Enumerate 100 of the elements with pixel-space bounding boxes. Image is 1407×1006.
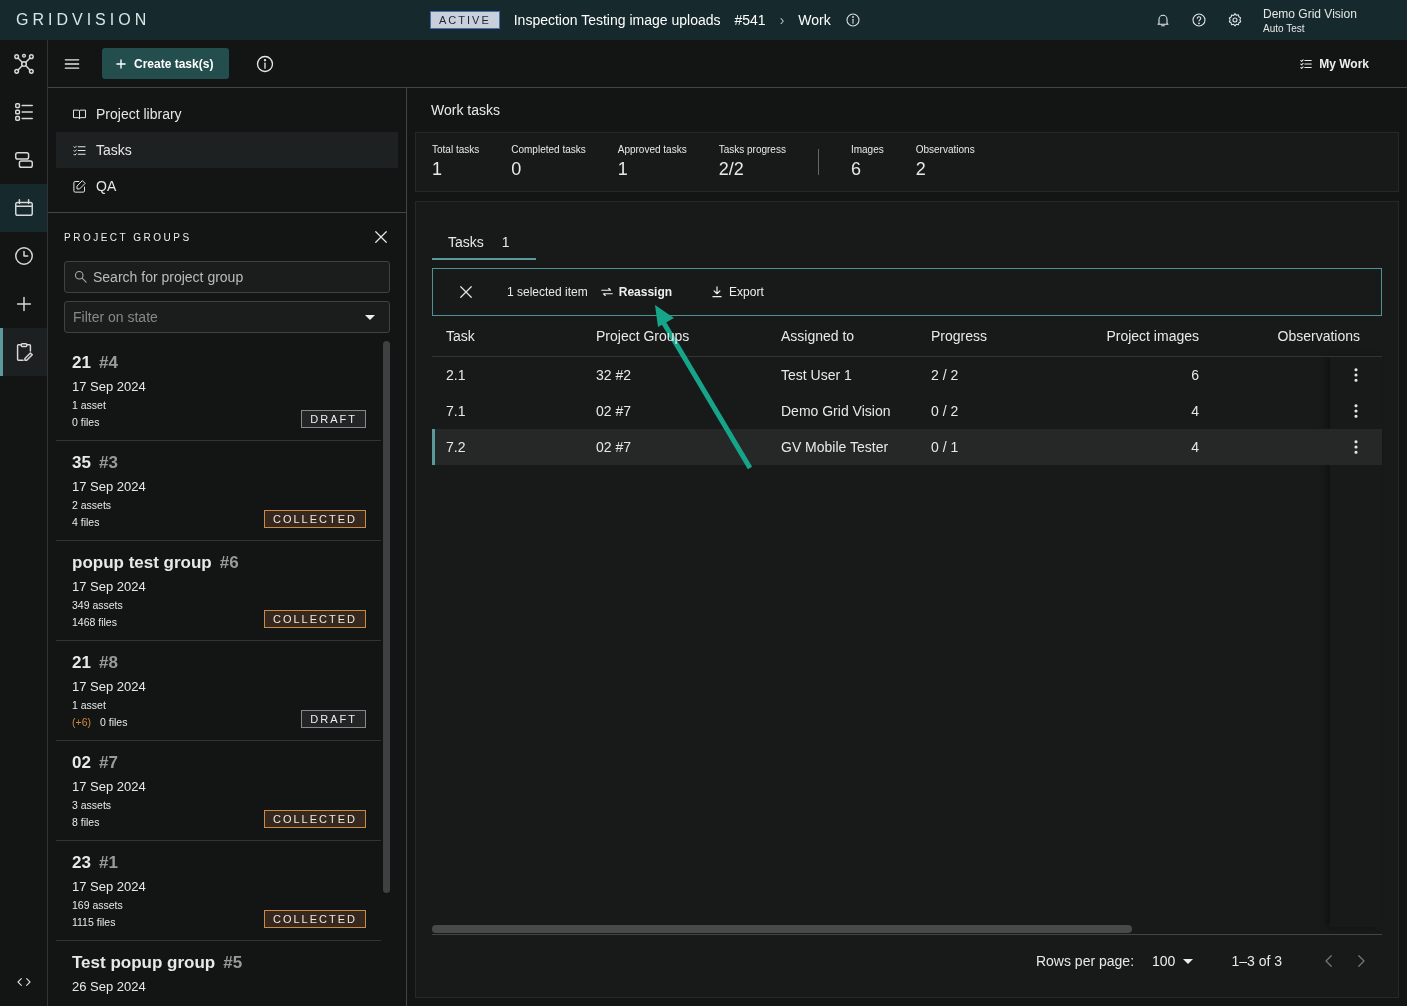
table-row[interactable]: 2.1 32 #2 Test User 1 2 / 2 6 bbox=[432, 357, 1382, 393]
group-date: 17 Sep 2024 bbox=[72, 679, 147, 694]
state-tag: DRAFT bbox=[301, 410, 366, 428]
nav-item[interactable]: Tasks bbox=[56, 132, 398, 168]
file-count: 0 files bbox=[72, 416, 100, 428]
user-organization: Auto Test bbox=[1263, 22, 1306, 34]
table-row[interactable]: 7.1 02 #7 Demo Grid Vision 0 / 2 4 bbox=[432, 393, 1382, 429]
swap-arrows-icon bbox=[599, 285, 614, 299]
state-tag: DRAFT bbox=[301, 710, 366, 728]
group-number: #5 bbox=[223, 953, 243, 973]
search-field[interactable]: Search for project group bbox=[64, 261, 390, 293]
plus-icon bbox=[114, 56, 128, 71]
group-number: #8 bbox=[98, 653, 118, 673]
asset-count: 169 assets bbox=[72, 899, 123, 911]
info-icon[interactable] bbox=[844, 12, 861, 28]
group-number: #7 bbox=[98, 753, 118, 773]
table-cell-text: 7.1 bbox=[445, 403, 467, 419]
caret-icon bbox=[1183, 958, 1194, 964]
group-date: 17 Sep 2024 bbox=[72, 579, 147, 594]
stat-value: 2/2 bbox=[718, 159, 745, 180]
state-tag: COLLECTED bbox=[263, 610, 366, 628]
column-header[interactable]: Progress bbox=[917, 328, 1047, 344]
stat-value: 1 bbox=[617, 159, 629, 180]
table-cell-text: 02 #7 bbox=[595, 403, 633, 419]
close-icon[interactable] bbox=[372, 228, 390, 246]
calendar-icon[interactable] bbox=[0, 184, 47, 232]
table-cell-text: 4 bbox=[1190, 403, 1199, 419]
group-name: 35 bbox=[72, 453, 91, 473]
user-name[interactable]: Demo Grid Vision bbox=[1263, 6, 1391, 21]
notifications-icon[interactable] bbox=[1155, 12, 1171, 28]
group-name: Test popup group bbox=[72, 953, 216, 973]
rows-per-page-label: Rows per page: bbox=[1035, 953, 1135, 969]
nav-item[interactable]: Project library bbox=[56, 96, 398, 132]
column-header[interactable]: Task bbox=[432, 328, 582, 344]
selection-count: 1 selected item bbox=[507, 285, 588, 299]
project-group-card[interactable]: 02 #7 17 Sep 2024 3 assets 8 files COLLECTED bbox=[56, 741, 381, 841]
horizontal-scrollbar[interactable] bbox=[432, 925, 1132, 933]
file-count: 0 files bbox=[99, 716, 128, 728]
file-count: 1115 files bbox=[72, 916, 116, 928]
info-icon[interactable] bbox=[255, 53, 276, 74]
stat-label: Observations bbox=[915, 144, 975, 155]
stat-value: 6 bbox=[850, 159, 862, 180]
state-tag: COLLECTED bbox=[263, 910, 366, 928]
project-title: Inspection Testing image uploads bbox=[513, 12, 721, 28]
tab[interactable]: Tasks 1 bbox=[432, 226, 536, 260]
rows-per-page-select[interactable]: 100 bbox=[1152, 953, 1194, 969]
book-icon bbox=[72, 106, 87, 122]
logo: GRIDVISION bbox=[16, 11, 152, 29]
asset-count: 1 asset bbox=[72, 699, 107, 711]
clear-selection-icon[interactable] bbox=[457, 283, 475, 301]
edit-icon bbox=[72, 178, 87, 194]
project-group-card[interactable]: popup test group #6 17 Sep 2024 349 assets 1468 files COLLECTED bbox=[56, 541, 381, 641]
table-cell-text: 32 #2 bbox=[595, 367, 633, 383]
my-work-button[interactable]: My Work bbox=[1293, 55, 1375, 72]
group-number: #3 bbox=[98, 453, 118, 473]
help-icon[interactable] bbox=[1191, 12, 1207, 28]
reassign-button[interactable]: Reassign bbox=[599, 285, 673, 299]
stat-value: 1 bbox=[432, 159, 443, 180]
settings-icon[interactable] bbox=[1227, 12, 1243, 28]
scrollbar[interactable] bbox=[383, 341, 390, 893]
dropdown-caret-icon[interactable] bbox=[365, 315, 375, 320]
group-date: 17 Sep 2024 bbox=[72, 479, 147, 494]
breadcrumb-page[interactable]: Work bbox=[798, 12, 831, 28]
project-group-card[interactable]: 23 #1 17 Sep 2024 169 assets 1115 files COLLECTED bbox=[56, 841, 381, 941]
breadcrumb-separator: › bbox=[779, 12, 785, 28]
page-title: Work tasks bbox=[430, 101, 501, 120]
file-count: 1468 files bbox=[72, 616, 117, 628]
download-icon bbox=[710, 285, 725, 299]
create-task-button[interactable]: Create task(s) bbox=[102, 48, 230, 79]
group-name: 21 bbox=[72, 353, 91, 373]
stat-value: 2 bbox=[915, 159, 927, 180]
asset-count: 1 asset bbox=[72, 399, 106, 411]
table-cell-text: Test User 1 bbox=[780, 367, 853, 383]
stat-label: Images bbox=[850, 144, 884, 155]
section-title: PROJECT GROUPS bbox=[64, 231, 192, 243]
table-cell-text: Demo Grid Vision bbox=[780, 403, 892, 419]
status-badge: ACTIVE bbox=[430, 11, 500, 29]
column-header[interactable]: Observations bbox=[1199, 328, 1380, 344]
group-name: 02 bbox=[72, 753, 91, 773]
project-group-card[interactable]: 21 #8 17 Sep 2024 1 asset (+6) 0 files DRAFT bbox=[56, 641, 381, 741]
state-tag: COLLECTED bbox=[263, 810, 366, 828]
project-group-card[interactable]: 35 #3 17 Sep 2024 2 assets 4 files COLLECTED bbox=[56, 441, 381, 541]
state-tag: COLLECTED bbox=[263, 510, 366, 528]
table-cell-text: 6 bbox=[1190, 367, 1199, 383]
asset-count: 349 assets bbox=[72, 599, 123, 611]
nav-item[interactable]: QA bbox=[56, 168, 398, 204]
column-header[interactable]: Assigned to bbox=[767, 328, 917, 344]
export-button[interactable]: Export bbox=[710, 285, 764, 299]
search-icon bbox=[73, 269, 88, 284]
group-name: popup test group bbox=[72, 553, 212, 573]
table-cell-text: 2.1 bbox=[445, 367, 467, 383]
state-filter-dropdown[interactable]: Filter on state bbox=[64, 301, 390, 333]
project-group-card[interactable]: 21 #4 17 Sep 2024 1 asset 0 files DRAFT bbox=[56, 341, 381, 441]
group-number: #1 bbox=[98, 853, 118, 873]
file-count: 4 files bbox=[72, 516, 100, 528]
table-cell-text: 4 bbox=[1190, 439, 1199, 455]
clipboard-icon[interactable] bbox=[0, 328, 47, 376]
table-row[interactable]: 7.2 02 #7 GV Mobile Tester 0 / 1 4 bbox=[432, 429, 1382, 465]
project-group-card[interactable]: Test popup group #5 26 Sep 2024 bbox=[56, 941, 381, 1006]
column-header[interactable]: Project images bbox=[1047, 328, 1199, 344]
